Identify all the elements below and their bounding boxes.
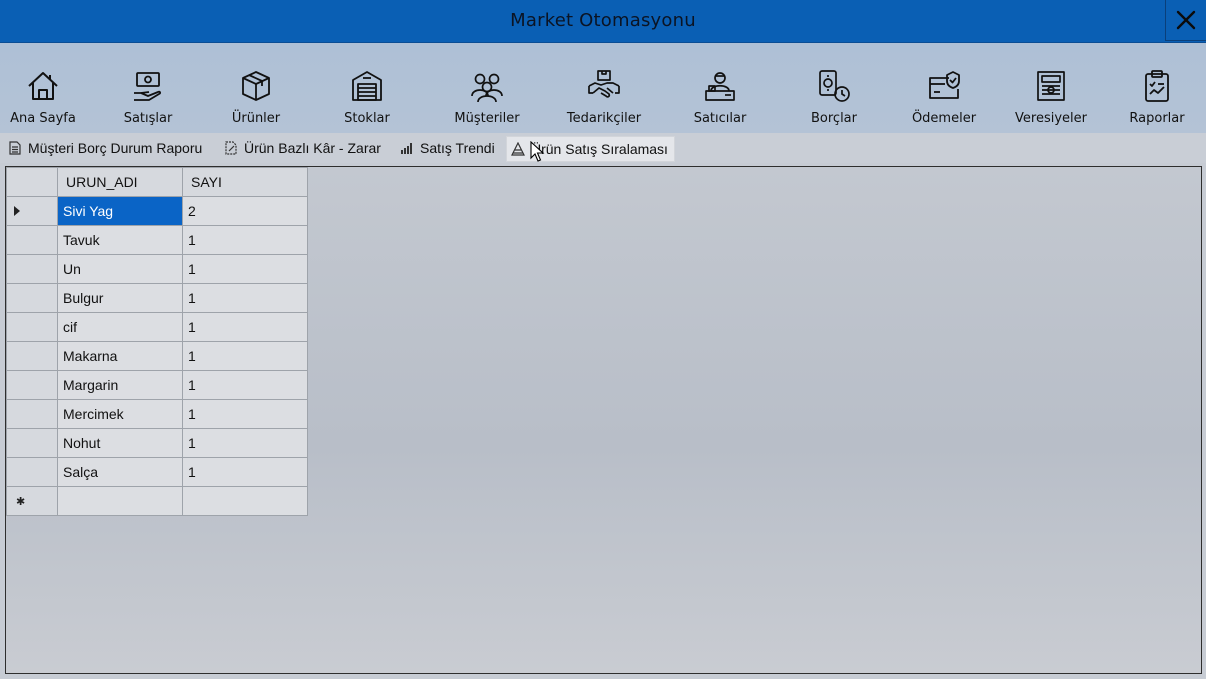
row-header[interactable] bbox=[6, 428, 58, 458]
document-icon bbox=[8, 141, 22, 155]
edit-document-icon bbox=[224, 141, 238, 155]
cell-urun-adi[interactable]: Margarin bbox=[57, 370, 183, 400]
window-title: Market Otomasyonu bbox=[510, 10, 696, 31]
row-header[interactable] bbox=[6, 312, 58, 342]
credit-ledger-icon bbox=[1034, 69, 1068, 103]
row-header[interactable] bbox=[6, 225, 58, 255]
row-header[interactable] bbox=[6, 196, 58, 226]
toolbar-item-satislar[interactable]: Satışlar bbox=[98, 43, 198, 133]
cell-sayi[interactable] bbox=[182, 486, 308, 516]
row-header[interactable] bbox=[6, 283, 58, 313]
cell-urun-adi[interactable]: Nohut bbox=[57, 428, 183, 458]
table-row[interactable]: Nohut 1 bbox=[6, 428, 308, 458]
toolbar-item-stoklar[interactable]: Stoklar bbox=[317, 43, 417, 133]
row-header[interactable] bbox=[6, 341, 58, 371]
product-box-icon bbox=[239, 69, 273, 103]
pyramid-icon bbox=[511, 141, 525, 156]
cell-urun-adi[interactable]: Sivi Yag bbox=[57, 196, 183, 226]
cell-urun-adi[interactable]: Makarna bbox=[57, 341, 183, 371]
report-tabs: Müşteri Borç Durum Raporu Ürün Bazlı Kâr… bbox=[0, 133, 1206, 163]
toolbar-item-veresiyeler[interactable]: Veresiyeler bbox=[1001, 43, 1101, 133]
new-row-asterisk-icon: ✱ bbox=[16, 496, 26, 508]
cell-sayi[interactable]: 1 bbox=[182, 399, 308, 429]
title-bar: Market Otomasyonu bbox=[0, 0, 1206, 43]
new-row[interactable]: ✱ bbox=[6, 486, 308, 516]
row-header-corner bbox=[6, 167, 58, 197]
table-row[interactable]: Sivi Yag 2 bbox=[6, 196, 308, 226]
row-header[interactable] bbox=[6, 399, 58, 429]
toolbar-item-saticilar[interactable]: Satıcılar bbox=[670, 43, 770, 133]
cell-sayi[interactable]: 1 bbox=[182, 370, 308, 400]
cell-sayi[interactable]: 1 bbox=[182, 341, 308, 371]
main-toolbar: Ana Sayfa Satışlar Ürünler Stoklar Müşte… bbox=[0, 43, 1206, 133]
seller-icon bbox=[703, 69, 737, 103]
cell-urun-adi[interactable] bbox=[57, 486, 183, 516]
results-table: URUN_ADI SAYI Sivi Yag 2 Tavuk 1 Un 1 Bu… bbox=[6, 167, 308, 516]
row-header[interactable] bbox=[6, 370, 58, 400]
table-row[interactable]: Un 1 bbox=[6, 254, 308, 284]
cell-urun-adi[interactable]: Mercimek bbox=[57, 399, 183, 429]
cell-sayi[interactable]: 2 bbox=[182, 196, 308, 226]
row-header[interactable] bbox=[6, 254, 58, 284]
handshake-icon bbox=[587, 69, 621, 103]
table-row[interactable]: Margarin 1 bbox=[6, 370, 308, 400]
tab-urun-bazli-kar-zarar[interactable]: Ürün Bazlı Kâr - Zarar bbox=[220, 136, 387, 160]
table-row[interactable]: Tavuk 1 bbox=[6, 225, 308, 255]
table-row[interactable]: Salça 1 bbox=[6, 457, 308, 487]
cell-urun-adi[interactable]: Salça bbox=[57, 457, 183, 487]
warehouse-icon bbox=[350, 69, 384, 103]
current-row-arrow-icon bbox=[14, 206, 20, 216]
close-button[interactable] bbox=[1165, 0, 1206, 41]
customers-icon bbox=[470, 69, 504, 103]
header-row: URUN_ADI SAYI bbox=[6, 167, 308, 197]
tab-satis-trendi[interactable]: Satış Trendi bbox=[396, 136, 501, 160]
close-icon bbox=[1176, 10, 1196, 30]
cell-sayi[interactable]: 1 bbox=[182, 225, 308, 255]
cell-urun-adi[interactable]: Tavuk bbox=[57, 225, 183, 255]
row-header[interactable] bbox=[6, 457, 58, 487]
toolbar-item-musteriler[interactable]: Müşteriler bbox=[437, 43, 537, 133]
toolbar-item-borclar[interactable]: Borçlar bbox=[784, 43, 884, 133]
debt-money-clock-icon bbox=[817, 69, 851, 103]
toolbar-item-odemeler[interactable]: Ödemeler bbox=[894, 43, 994, 133]
column-header-sayi[interactable]: SAYI bbox=[182, 167, 308, 197]
cell-sayi[interactable]: 1 bbox=[182, 428, 308, 458]
data-grid[interactable]: URUN_ADI SAYI Sivi Yag 2 Tavuk 1 Un 1 Bu… bbox=[5, 166, 1202, 674]
cell-urun-adi[interactable]: Bulgur bbox=[57, 283, 183, 313]
cell-sayi[interactable]: 1 bbox=[182, 283, 308, 313]
column-header-urun-adi[interactable]: URUN_ADI bbox=[57, 167, 183, 197]
table-row[interactable]: Makarna 1 bbox=[6, 341, 308, 371]
toolbar-item-tedarikciler[interactable]: Tedarikçiler bbox=[554, 43, 654, 133]
cell-urun-adi[interactable]: cif bbox=[57, 312, 183, 342]
row-header[interactable]: ✱ bbox=[6, 486, 58, 516]
toolbar-item-raporlar[interactable]: Raporlar bbox=[1107, 43, 1206, 133]
cell-sayi[interactable]: 1 bbox=[182, 312, 308, 342]
home-icon bbox=[26, 69, 60, 103]
cell-sayi[interactable]: 1 bbox=[182, 254, 308, 284]
bar-chart-icon bbox=[400, 141, 414, 155]
toolbar-item-ana-sayfa[interactable]: Ana Sayfa bbox=[0, 43, 93, 133]
report-clipboard-icon bbox=[1140, 69, 1174, 103]
toolbar-item-urunler[interactable]: Ürünler bbox=[206, 43, 306, 133]
table-row[interactable]: cif 1 bbox=[6, 312, 308, 342]
table-row[interactable]: Mercimek 1 bbox=[6, 399, 308, 429]
cell-urun-adi[interactable]: Un bbox=[57, 254, 183, 284]
cell-sayi[interactable]: 1 bbox=[182, 457, 308, 487]
tab-musteri-borc-durum-raporu[interactable]: Müşteri Borç Durum Raporu bbox=[4, 136, 208, 160]
mouse-cursor-icon bbox=[530, 141, 545, 162]
table-row[interactable]: Bulgur 1 bbox=[6, 283, 308, 313]
sales-hand-money-icon bbox=[131, 69, 165, 103]
payment-card-check-icon bbox=[927, 69, 961, 103]
